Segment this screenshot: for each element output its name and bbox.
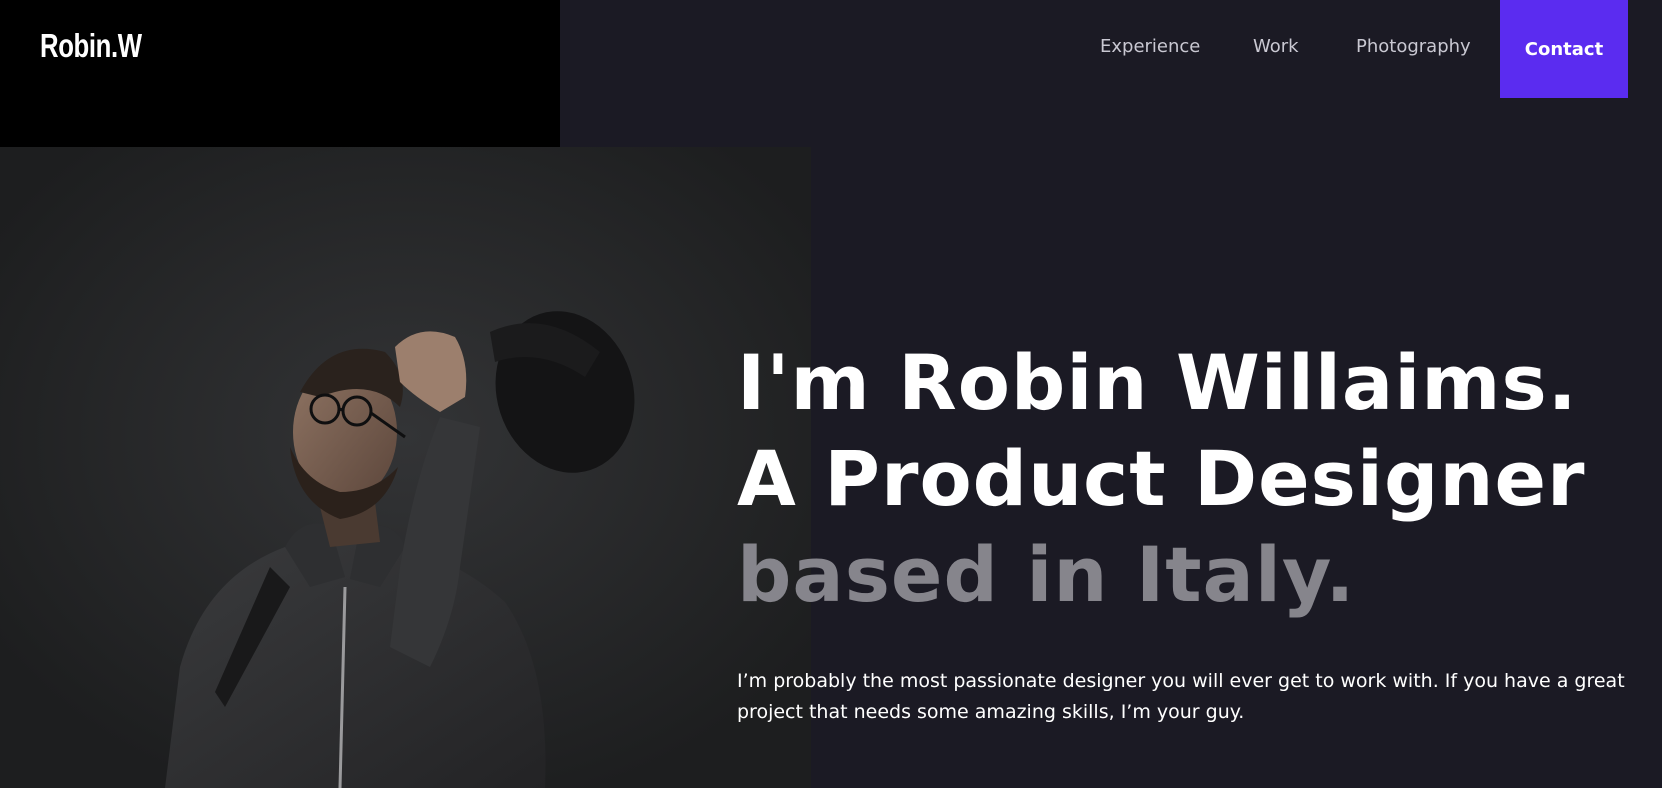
site-logo[interactable]: Robin.W bbox=[40, 27, 142, 65]
nav-item-work[interactable]: Work bbox=[1253, 36, 1299, 57]
hero-heading: I'm Robin Willaims. A Product Designer b… bbox=[737, 335, 1637, 623]
portrait-illustration bbox=[0, 147, 811, 788]
contact-button[interactable]: Contact bbox=[1500, 0, 1628, 98]
hero-line-role: A Product Designer bbox=[737, 434, 1586, 523]
hero-line-name: I'm Robin Willaims. bbox=[737, 338, 1578, 427]
hero-intro-text: I’m probably the most passionate designe… bbox=[737, 670, 1625, 723]
logo-block: Robin.W bbox=[0, 0, 560, 147]
hero-portrait-photo bbox=[0, 147, 811, 788]
nav-item-experience[interactable]: Experience bbox=[1100, 36, 1200, 57]
nav-item-photography[interactable]: Photography bbox=[1356, 36, 1471, 57]
hero-line-location: based in Italy. bbox=[737, 530, 1356, 619]
